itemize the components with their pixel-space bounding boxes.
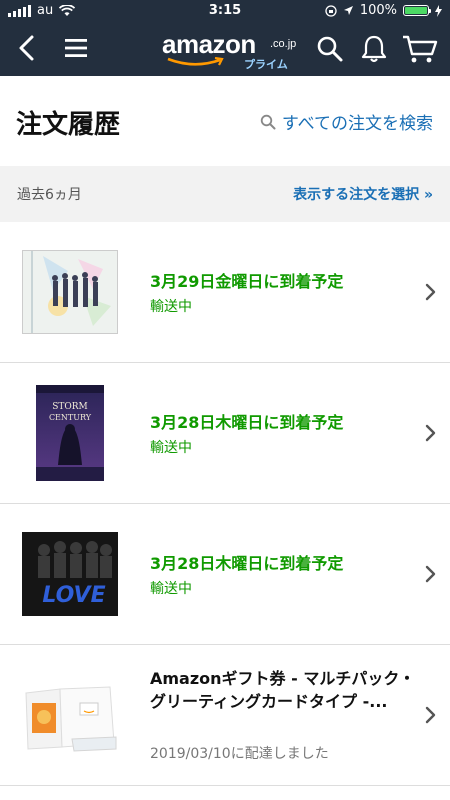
search-icon — [260, 114, 276, 129]
order-delivery-date: 3月29日金曜日に到着予定 — [150, 272, 344, 291]
top-navbar: amazon .co.jp プライム — [0, 22, 450, 76]
location-icon — [343, 6, 353, 15]
status-bar: au 3:15 100% — [0, 0, 450, 22]
cart-icon[interactable] — [402, 34, 438, 64]
order-delivery-date: 3月28日木曜日に到着予定 — [150, 554, 344, 573]
filter-bar: 過去6ヵ月 表示する注文を選択 » — [0, 166, 450, 222]
order-row[interactable]: STORM CENTURY 3月28日木曜日に到着予定 輸送中 — [0, 363, 450, 504]
order-status: 輸送中 — [150, 440, 192, 456]
product-thumbnail — [22, 683, 118, 757]
storm-subtitle-text: CENTURY — [49, 413, 92, 422]
love-title-text: LOVE — [42, 583, 105, 608]
chevron-right-icon — [425, 283, 436, 301]
order-delivered-date: 2019/03/10に配達しました — [150, 746, 329, 762]
order-row[interactable]: 3月29日金曜日に到着予定 輸送中 — [0, 222, 450, 363]
order-product-title: Amazonギフト券 - マルチパック・グリーティングカードタイプ -... — [150, 669, 416, 711]
order-row[interactable]: Amazonギフト券 - マルチパック・グリーティングカードタイプ -... 2… — [0, 645, 450, 786]
charging-icon — [435, 4, 442, 17]
menu-icon[interactable] — [64, 36, 88, 60]
back-icon[interactable] — [14, 34, 40, 62]
order-delivery-date: 3月28日木曜日に到着予定 — [150, 413, 344, 432]
amazon-prime-logo[interactable]: amazon .co.jp プライム — [162, 29, 302, 73]
product-thumbnail: LOVE — [22, 532, 118, 616]
order-row[interactable]: LOVE 3月28日木曜日に到着予定 輸送中 — [0, 504, 450, 645]
order-status: 輸送中 — [150, 299, 192, 315]
select-orders-link[interactable]: 表示する注文を選択 » — [293, 184, 433, 204]
page-title: 注文履歴 — [16, 110, 121, 140]
smile-arrow-icon — [167, 57, 224, 66]
search-all-orders-label: すべての注文を検索 — [281, 114, 433, 134]
chevron-right-icon — [425, 706, 436, 724]
period-label: 過去6ヵ月 — [17, 187, 82, 203]
chevron-right-icon — [425, 565, 436, 583]
bell-icon[interactable] — [360, 34, 388, 64]
orientation-lock-icon — [325, 4, 337, 17]
battery-percent: 100% — [359, 3, 397, 18]
search-all-orders-link[interactable]: すべての注文を検索 — [260, 109, 433, 134]
page-header: 注文履歴 すべての注文を検索 — [0, 76, 450, 166]
search-icon[interactable] — [316, 35, 344, 63]
storm-title-text: STORM — [52, 402, 88, 412]
product-thumbnail: STORM CENTURY — [36, 385, 104, 481]
chevron-right-icon — [425, 424, 436, 442]
order-status: 輸送中 — [150, 581, 192, 597]
product-thumbnail — [22, 250, 118, 334]
battery-icon — [403, 5, 431, 16]
